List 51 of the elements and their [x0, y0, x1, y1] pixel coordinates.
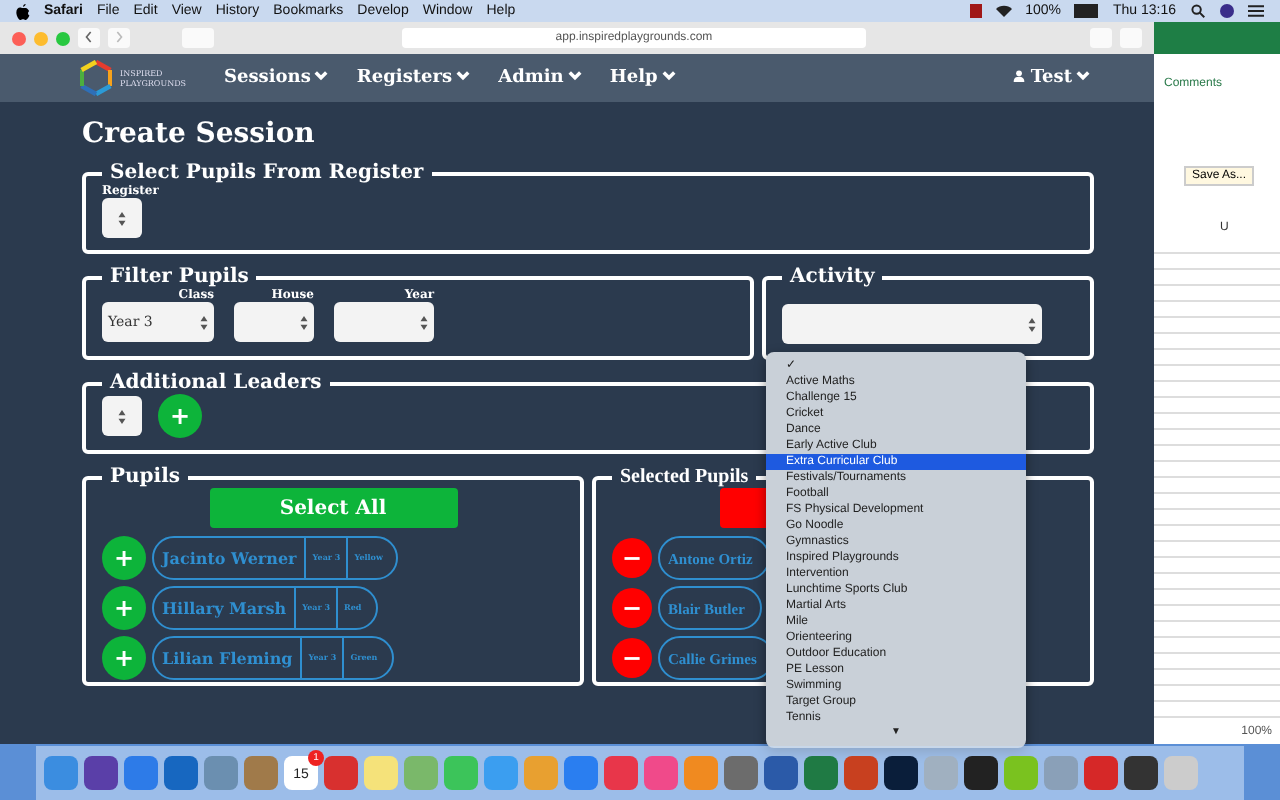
filter-select[interactable] — [334, 302, 434, 342]
section-title: Activity — [787, 266, 877, 288]
nav-menu[interactable]: Registers — [356, 68, 475, 88]
minimize-icon[interactable] — [34, 31, 48, 45]
battery-icon[interactable] — [1074, 4, 1099, 18]
up-down-arrows-icon — [420, 315, 428, 329]
forward-button[interactable] — [108, 28, 130, 48]
remove-pupil-button[interactable]: − — [612, 588, 652, 628]
zoom-icon[interactable] — [56, 31, 70, 45]
up-down-arrows-icon — [118, 409, 126, 423]
hexagon-logo-icon[interactable] — [80, 60, 112, 96]
back-button[interactable] — [78, 28, 100, 48]
section-title: Filter Pupils — [108, 266, 251, 288]
nav-menu[interactable]: Help — [609, 68, 680, 88]
app-icon[interactable] — [84, 756, 118, 790]
filter-select[interactable] — [234, 302, 314, 342]
app-icon[interactable] — [964, 756, 998, 790]
app-icon[interactable] — [1124, 756, 1158, 790]
section-title: Additional Leaders — [107, 372, 324, 394]
chevron-down-icon — [1076, 70, 1090, 82]
chevron-down-icon — [661, 70, 676, 82]
siri-icon[interactable] — [1220, 4, 1234, 18]
section-title: Selected Pupils — [618, 466, 751, 488]
chevron-down-icon — [456, 70, 471, 82]
up-down-arrows-icon — [118, 211, 126, 225]
pupil-name: Hillary Marsh — [162, 598, 289, 618]
page-title: Create Session — [82, 118, 317, 150]
register-select[interactable] — [102, 198, 142, 238]
up-down-arrows-icon — [300, 315, 308, 329]
pupil-name: Lilian Fleming — [162, 648, 295, 668]
person-icon — [1012, 70, 1027, 82]
chevron-down-icon — [314, 70, 329, 82]
user-menu[interactable]: Test — [1008, 68, 1094, 88]
status-icon[interactable] — [969, 4, 982, 18]
nav-menu[interactable]: Sessions — [224, 68, 333, 88]
up-down-arrows-icon — [200, 315, 208, 329]
search-icon[interactable] — [1190, 4, 1206, 18]
list-icon[interactable] — [1248, 4, 1264, 18]
pupil-name: Jacinto Werner — [162, 548, 299, 568]
remove-pupil-button[interactable]: − — [612, 638, 652, 678]
apple-icon[interactable] — [16, 3, 30, 19]
leader-select[interactable] — [102, 396, 142, 436]
section-title: Pupils — [108, 466, 183, 488]
app-icon[interactable] — [884, 756, 918, 790]
chevron-down-icon — [567, 70, 582, 82]
close-icon[interactable] — [12, 31, 26, 45]
nav-menu[interactable]: Admin — [498, 68, 586, 88]
remove-pupil-button[interactable]: − — [612, 538, 652, 578]
up-down-arrows-icon — [1028, 317, 1036, 331]
wifi-icon[interactable] — [995, 4, 1012, 18]
section-title: Select Pupils From Register — [108, 162, 426, 184]
